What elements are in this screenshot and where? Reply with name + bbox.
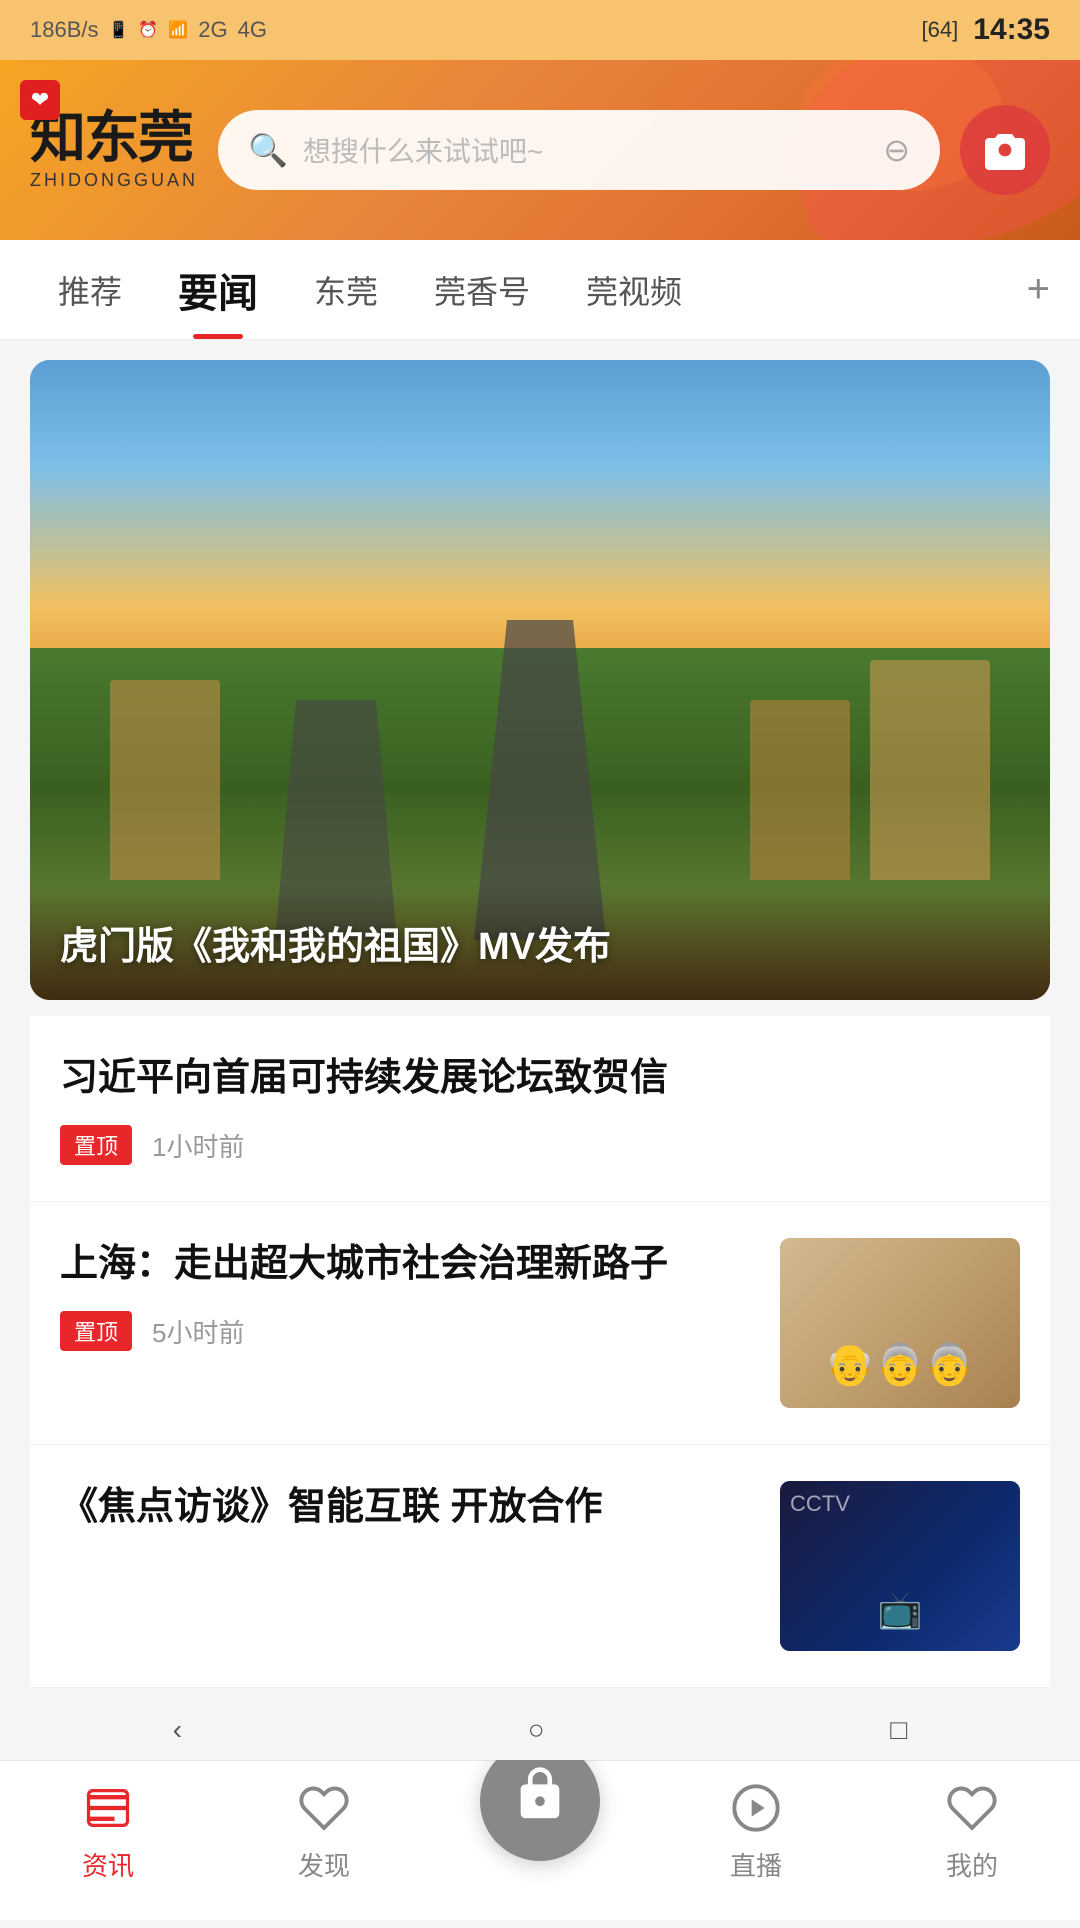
- pocket-icon: [511, 1765, 569, 1836]
- search-bar[interactable]: 🔍 想搜什么来试试吧~ ⊖: [218, 110, 940, 190]
- system-nav: ‹ ○ □: [0, 1700, 1080, 1760]
- search-icon: 🔍: [248, 131, 288, 169]
- thumb-image-1: 👴👵👵: [780, 1238, 1020, 1408]
- scan-icon: ⊖: [883, 131, 910, 169]
- app-header: 知东莞 ZHIDONGGUAN 🔍 想搜什么来试试吧~ ⊖: [0, 60, 1080, 240]
- nav-item-live[interactable]: 直播: [676, 1778, 836, 1883]
- article-item-1[interactable]: 习近平向首届可持续发展论坛致贺信 置顶 1小时前: [30, 1016, 1050, 1202]
- article-2-title: 上海：走出超大城市社会治理新路子: [60, 1238, 756, 1291]
- time-display: 14:35: [973, 13, 1050, 47]
- article-1-time: 1小时前: [152, 1127, 244, 1164]
- hero-caption: 虎门版《我和我的祖国》MV发布: [30, 885, 1050, 1000]
- article-1-text: 习近平向首届可持续发展论坛致贺信 置顶 1小时前: [60, 1052, 1020, 1165]
- article-3-thumb: CCTV 📺: [780, 1481, 1020, 1651]
- nav-item-mine[interactable]: 我的: [892, 1778, 1052, 1883]
- logo-area: 知东莞 ZHIDONGGUAN: [30, 110, 198, 191]
- clock-icon: ⏰: [138, 20, 158, 40]
- article-1-badge: 置顶: [60, 1125, 132, 1165]
- article-2-time: 5小时前: [152, 1313, 244, 1350]
- article-2-badge: 置顶: [60, 1311, 132, 1351]
- tab-recommend[interactable]: 推荐: [30, 240, 150, 339]
- signal-4g: 4G: [238, 17, 267, 43]
- tab-news[interactable]: 要闻: [150, 240, 286, 339]
- add-tab-button[interactable]: +: [1027, 267, 1050, 312]
- sys-back-button[interactable]: ‹: [173, 1714, 182, 1746]
- camera-icon: [981, 126, 1029, 174]
- article-item-2[interactable]: 上海：走出超大城市社会治理新路子 置顶 5小时前 👴👵👵: [30, 1202, 1050, 1445]
- camera-button[interactable]: [960, 105, 1050, 195]
- mine-icon: [942, 1778, 1002, 1838]
- nav-label-live: 直播: [730, 1846, 782, 1883]
- search-placeholder-text: 想搜什么来试试吧~: [303, 130, 868, 170]
- sys-recent-button[interactable]: □: [890, 1714, 907, 1746]
- logo-badge: [20, 80, 60, 120]
- discover-icon: [294, 1778, 354, 1838]
- sys-home-button[interactable]: ○: [528, 1714, 545, 1746]
- main-content: 虎门版《我和我的祖国》MV发布 习近平向首届可持续发展论坛致贺信 置顶 1小时前…: [0, 340, 1080, 1928]
- nav-item-news[interactable]: 资讯: [28, 1778, 188, 1883]
- article-2-inner: 上海：走出超大城市社会治理新路子 置顶 5小时前 👴👵👵: [60, 1238, 1020, 1408]
- nav-item-discover[interactable]: 发现: [244, 1778, 404, 1883]
- status-signal: 186B/s 📱 ⏰ 📶 2G 4G: [30, 17, 267, 43]
- nav-label-news: 资讯: [82, 1846, 134, 1883]
- article-2-thumb: 👴👵👵: [780, 1238, 1020, 1408]
- article-2-meta: 置顶 5小时前: [60, 1311, 756, 1351]
- wifi-icon: 📶: [168, 20, 188, 40]
- status-right: [64] 14:35: [922, 13, 1050, 47]
- article-item-3[interactable]: 《焦点访谈》智能互联 开放合作 CCTV 📺: [30, 1445, 1050, 1688]
- signal-text: 186B/s: [30, 17, 99, 43]
- nav-label-mine: 我的: [946, 1846, 998, 1883]
- nav-label-discover: 发现: [298, 1846, 350, 1883]
- thumb-image-2: CCTV 📺: [780, 1481, 1020, 1651]
- status-bar: 186B/s 📱 ⏰ 📶 2G 4G [64] 14:35: [0, 0, 1080, 60]
- article-3-title: 《焦点访谈》智能互联 开放合作: [60, 1481, 756, 1534]
- tab-video[interactable]: 莞视频: [558, 240, 710, 339]
- article-2-text: 上海：走出超大城市社会治理新路子 置顶 5小时前: [60, 1238, 756, 1351]
- live-icon: [726, 1778, 786, 1838]
- news-icon: [78, 1778, 138, 1838]
- phone-icon: 📱: [109, 20, 129, 40]
- tab-dongguan[interactable]: 东莞: [286, 240, 406, 339]
- battery-icon: [64]: [922, 17, 959, 43]
- signal-2g: 2G: [198, 17, 227, 43]
- logo-subtext: ZHIDONGGUAN: [30, 170, 198, 191]
- nav-tabs: 推荐 要闻 东莞 莞香号 莞视频 +: [0, 240, 1080, 340]
- hero-caption-text: 虎门版《我和我的祖国》MV发布: [60, 926, 611, 968]
- article-3-text: 《焦点访谈》智能互联 开放合作: [60, 1481, 756, 1554]
- article-1-title: 习近平向首届可持续发展论坛致贺信: [60, 1052, 1020, 1105]
- tab-xianghao[interactable]: 莞香号: [406, 240, 558, 339]
- article-1-meta: 置顶 1小时前: [60, 1125, 1020, 1165]
- bottom-nav: 资讯 发现 直播: [0, 1760, 1080, 1920]
- article-3-inner: 《焦点访谈》智能互联 开放合作 CCTV 📺: [60, 1481, 1020, 1651]
- hero-card[interactable]: 虎门版《我和我的祖国》MV发布: [30, 360, 1050, 1000]
